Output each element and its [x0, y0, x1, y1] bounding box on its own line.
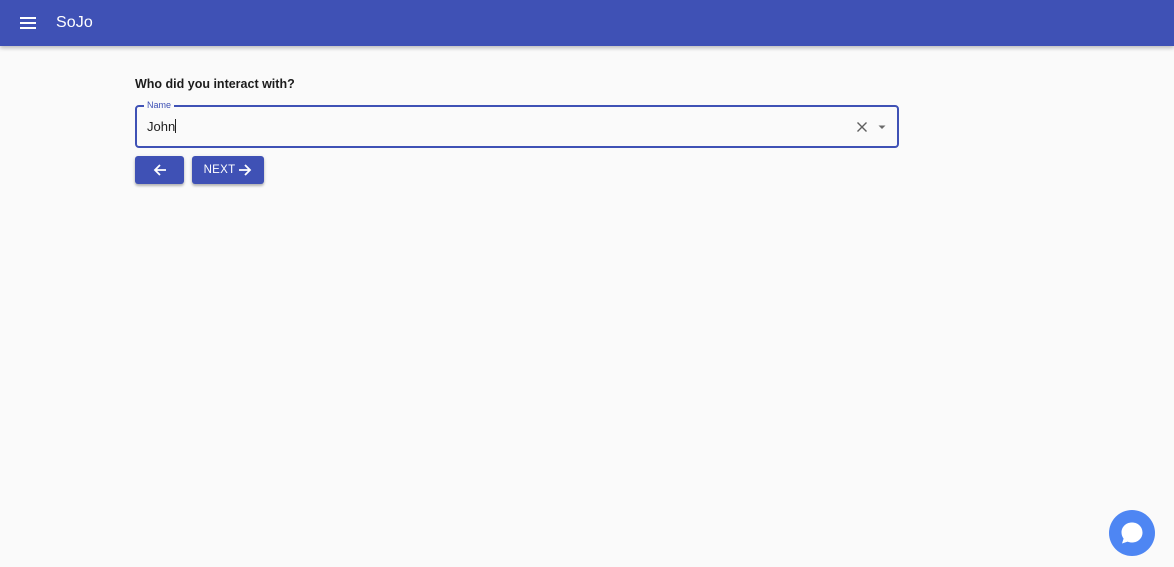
interaction-form: Who did you interact with? Name John NEX… — [135, 76, 899, 184]
name-input[interactable]: John — [147, 107, 177, 146]
app-title: SoJo — [56, 14, 93, 31]
next-button-label: NEXT — [203, 164, 236, 176]
name-autocomplete-field[interactable]: Name John — [135, 99, 899, 148]
question-heading: Who did you interact with? — [135, 77, 295, 91]
dropdown-arrow-icon[interactable] — [875, 120, 889, 134]
name-input-value: John — [147, 119, 176, 134]
next-button[interactable]: NEXT — [192, 156, 264, 184]
hamburger-menu-icon — [20, 17, 36, 29]
back-button[interactable] — [135, 156, 184, 184]
menu-button[interactable] — [16, 11, 40, 35]
text-cursor — [175, 119, 177, 133]
clear-icon[interactable] — [855, 120, 869, 134]
app-bar: SoJo — [0, 0, 1174, 46]
chat-bubble-icon — [1121, 522, 1143, 544]
navigation-buttons: NEXT — [135, 156, 899, 184]
chat-launcher-button[interactable] — [1109, 510, 1155, 556]
arrow-right-icon — [239, 164, 252, 176]
arrow-left-icon — [153, 164, 166, 176]
